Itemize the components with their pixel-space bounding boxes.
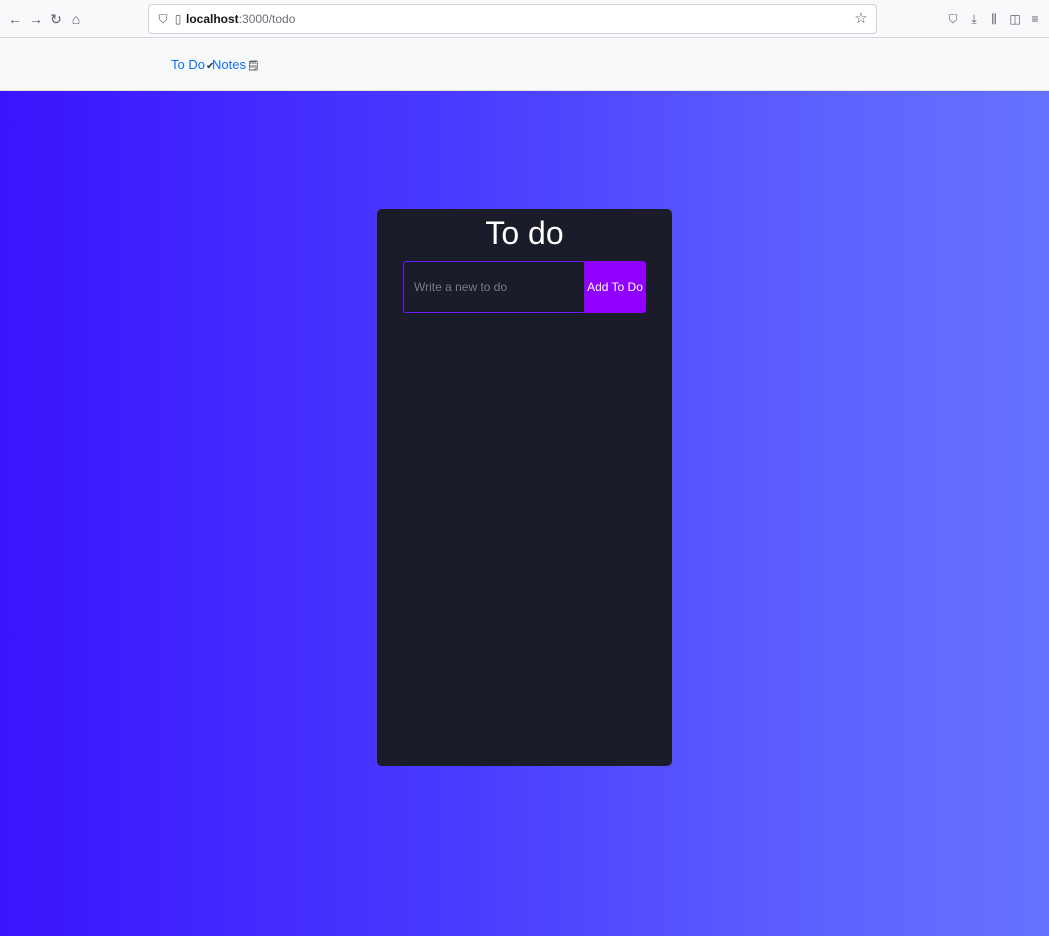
- nav-link-todo-label: To Do: [171, 57, 205, 72]
- nav-link-todo[interactable]: To Do✔: [171, 57, 214, 75]
- add-todo-button[interactable]: Add To Do: [584, 261, 646, 313]
- url-path: :3000/todo: [238, 12, 296, 26]
- url-bar[interactable]: ⛉ ▯ localhost:3000/todo ☆: [148, 4, 877, 34]
- reload-icon[interactable]: ↻: [47, 9, 65, 29]
- browser-toolbar: ← → ↻ ⌂ ⛉ ▯ localhost:3000/todo ☆ ⛉ ⤓ ⫼ …: [0, 0, 1049, 38]
- home-icon[interactable]: ⌂: [67, 9, 85, 29]
- back-arrow-icon[interactable]: ←: [6, 9, 24, 29]
- todo-card: To do Add To Do: [377, 209, 672, 766]
- sidebar-icon[interactable]: ◫: [1007, 10, 1023, 28]
- shield-icon[interactable]: ⛉: [156, 11, 170, 27]
- library-icon[interactable]: ⫼: [986, 10, 1002, 28]
- forward-arrow-icon[interactable]: →: [27, 9, 45, 29]
- app-navbar: To Do✔ Notes🗒: [0, 38, 1049, 91]
- new-todo-input[interactable]: [403, 261, 584, 313]
- nav-link-notes[interactable]: Notes🗒: [212, 57, 260, 75]
- pocket-icon[interactable]: ⛉: [945, 10, 961, 28]
- hamburger-menu-icon[interactable]: ≡: [1027, 10, 1043, 28]
- note-icon: 🗒: [246, 61, 260, 72]
- nav-link-notes-label: Notes: [212, 57, 246, 72]
- url-host: localhost: [186, 12, 239, 26]
- todo-form: Add To Do: [403, 261, 646, 313]
- download-icon[interactable]: ⤓: [966, 10, 982, 28]
- page-icon: ▯: [174, 12, 182, 26]
- todo-title: To do: [485, 215, 564, 251]
- url-text[interactable]: localhost:3000/todo: [186, 11, 295, 27]
- bookmark-star-icon[interactable]: ☆: [853, 10, 869, 28]
